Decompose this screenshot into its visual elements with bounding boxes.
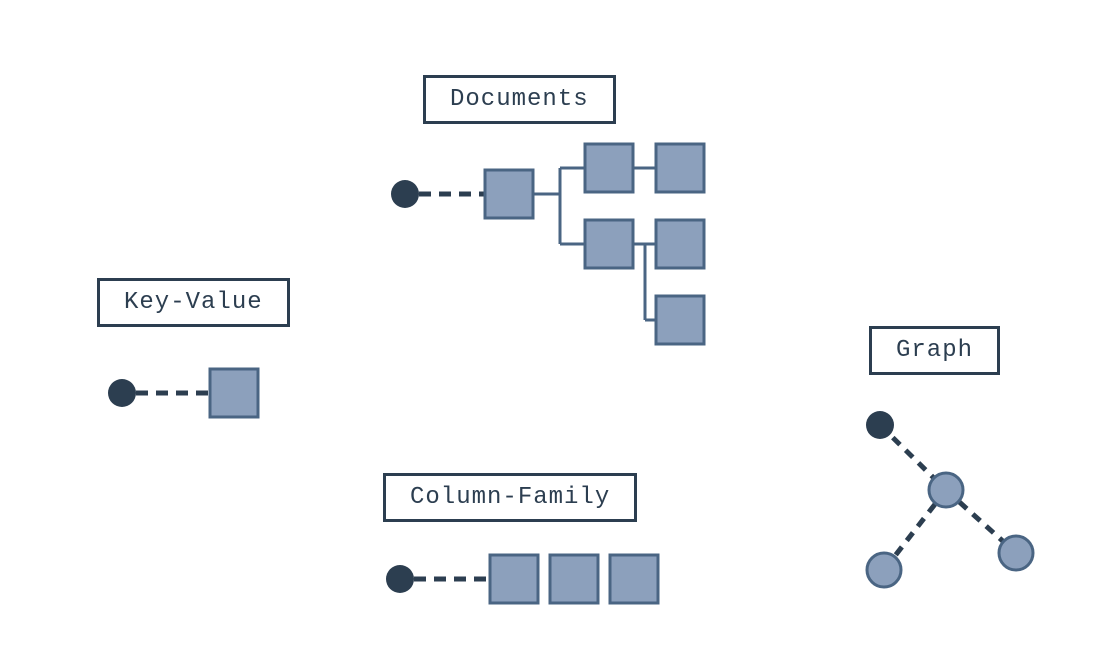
graph-node [999,536,1033,570]
column-family-square [610,555,658,603]
graph-node [867,553,901,587]
graph-root-node [866,411,894,439]
key-value-diagram [108,369,258,417]
key-value-square [210,369,258,417]
documents-child-square [585,144,633,192]
diagram-svg [0,0,1120,672]
documents-child-square [656,296,704,344]
documents-child-square [585,220,633,268]
documents-child-square [656,144,704,192]
documents-diagram [391,144,704,344]
column-family-node-circle [386,565,414,593]
documents-root-square [485,170,533,218]
documents-child-square [656,220,704,268]
graph-diagram [866,411,1033,587]
column-family-square [550,555,598,603]
column-family-square [490,555,538,603]
key-value-node-circle [108,379,136,407]
graph-node [929,473,963,507]
column-family-diagram [386,555,658,603]
documents-node-circle [391,180,419,208]
